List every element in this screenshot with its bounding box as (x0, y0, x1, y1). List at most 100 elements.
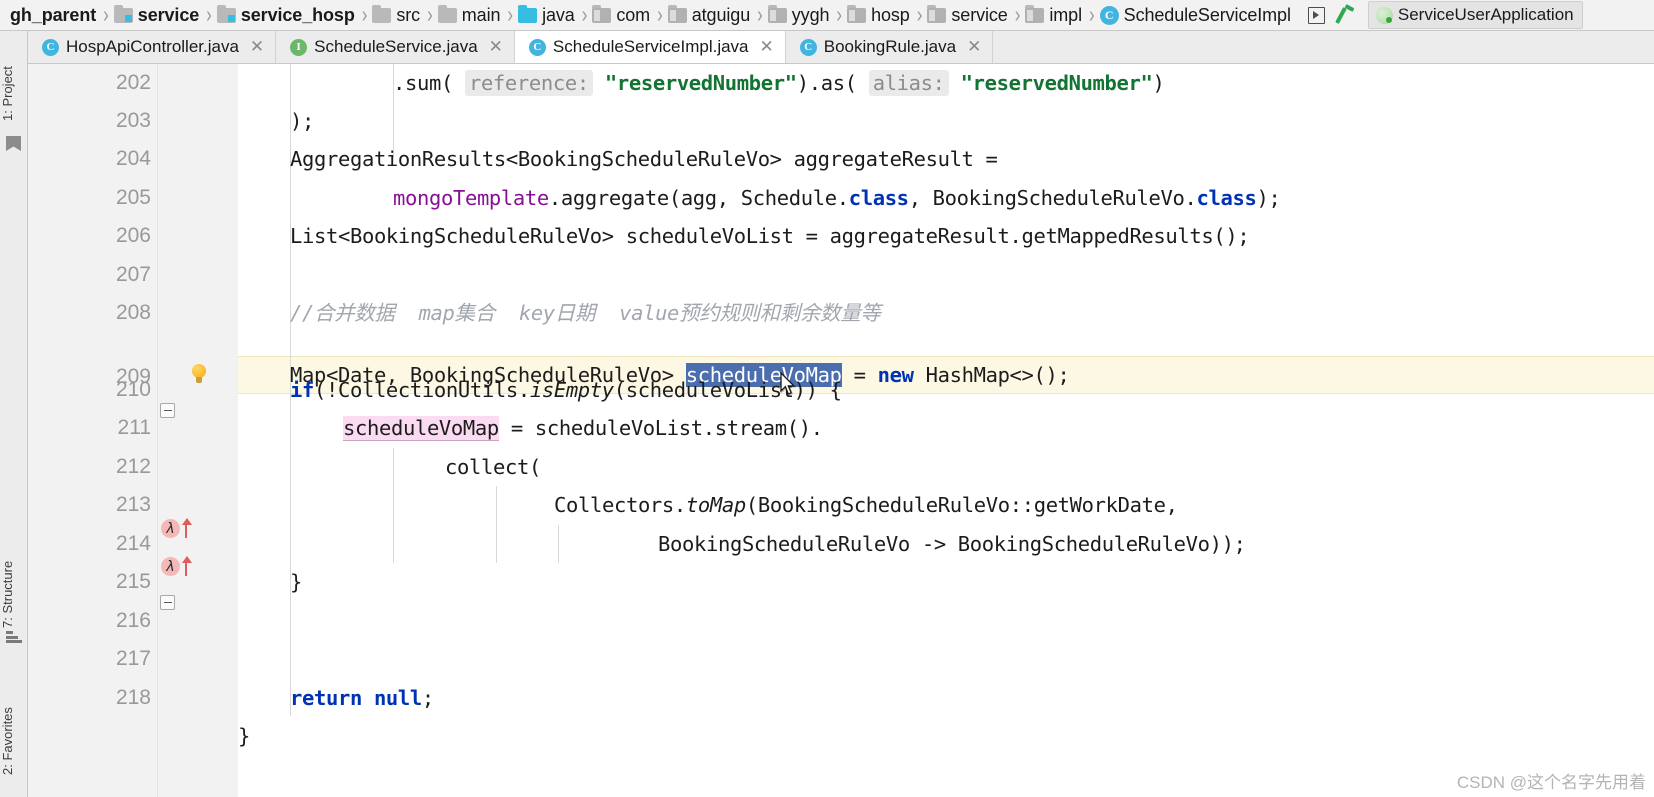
breadcrumb-item-label: java (542, 4, 575, 25)
close-icon[interactable]: ✕ (250, 38, 264, 56)
folder-package-icon (667, 4, 687, 23)
code-line[interactable]: //合并数据 map集合 key日期 value预约规则和剩余数量等 (238, 294, 1654, 332)
code-line[interactable]: Collectors.toMap(BookingScheduleRuleVo::… (238, 486, 1654, 524)
close-icon[interactable]: ✕ (489, 38, 503, 56)
code-line[interactable]: ); (238, 102, 1654, 140)
breadcrumb-item-label: com (616, 4, 651, 25)
line-number: 211 (117, 416, 151, 439)
folder-resource-icon (113, 4, 133, 23)
tab-ScheduleServiceImpl[interactable]: C ScheduleServiceImpl.java ✕ (514, 31, 786, 63)
code-line[interactable]: collect( (238, 448, 1654, 486)
tab-HospApiController[interactable]: C HospApiController.java ✕ (28, 31, 277, 63)
breadcrumb-item-service-pkg[interactable]: service (924, 0, 1010, 31)
breadcrumb-separator-icon: › (836, 1, 843, 28)
breadcrumb-separator-icon: › (1014, 1, 1021, 28)
breadcrumb-separator-icon: › (103, 1, 109, 28)
select-run-configuration-icon[interactable] (1307, 6, 1325, 24)
code-fold-end-icon[interactable] (160, 595, 175, 610)
code-editor[interactable]: 201 202 203 204 205 206 207 208 209 210 … (28, 64, 1654, 797)
line-number: 218 (115, 686, 151, 709)
tab-BookingRule[interactable]: C BookingRule.java ✕ (785, 31, 994, 63)
code-line-text: mongoTemplate.aggregate(agg, Schedule.cl… (393, 186, 1281, 210)
run-configuration-selector[interactable]: ServiceUserApplication (1367, 1, 1583, 29)
breadcrumb-separator-icon: › (581, 1, 588, 28)
breadcrumb-item-src[interactable]: src (369, 0, 423, 31)
line-number-gutter[interactable]: 201 202 203 204 205 206 207 208 209 210 … (28, 64, 158, 797)
breadcrumb-item-java[interactable]: java (515, 0, 578, 31)
breadcrumb-item-label: main (461, 4, 501, 25)
code-line[interactable]: .sum( reference: "reservedNumber").as( a… (238, 64, 1654, 102)
breadcrumb-item-label: hosp (871, 4, 910, 25)
navigate-up-arrow-icon (181, 556, 192, 577)
navigate-up-arrow-icon (181, 518, 192, 539)
line-number: 202 (115, 71, 151, 94)
code-line-text: List<BookingScheduleRuleVo> scheduleVoLi… (290, 224, 1250, 248)
bookmarks-icon[interactable] (6, 136, 21, 151)
tab-label: BookingRule.java (823, 37, 957, 56)
line-number: 214 (115, 532, 151, 555)
breadcrumb-item-com[interactable]: com (589, 0, 653, 31)
sidebar-item-favorites[interactable]: 2: Favorites (0, 671, 28, 775)
write-usage-highlight: scheduleVoMap (343, 416, 499, 441)
breadcrumb-separator-icon: › (657, 1, 663, 28)
code-line-text: scheduleVoMap = scheduleVoList.stream(). (343, 416, 823, 441)
folder-resource-icon (216, 4, 236, 23)
line-number: 217 (115, 647, 151, 670)
breadcrumb-item-ScheduleServiceImpl[interactable]: C ScheduleServiceImpl (1097, 0, 1294, 31)
code-content[interactable]: .sum(reference: "availableNumber").as(al… (238, 64, 1654, 797)
close-icon[interactable]: ✕ (967, 38, 981, 56)
code-line-text: ); (290, 109, 314, 133)
code-line-text: return null; (290, 686, 434, 710)
lambda-marker-icon: λ (161, 557, 180, 576)
code-line[interactable]: scheduleVoMap = scheduleVoList.stream(). (238, 409, 1654, 447)
folder-package-icon (767, 4, 787, 23)
watermark: CSDN @这个名字先用着 (1456, 773, 1646, 792)
close-icon[interactable]: ✕ (760, 38, 774, 56)
structure-icon[interactable] (6, 631, 22, 643)
breadcrumb-item-label: service_hosp (240, 4, 355, 25)
build-hammer-icon[interactable] (1336, 5, 1356, 25)
code-line[interactable]: AggregationResults<BookingScheduleRuleVo… (238, 140, 1654, 178)
line-number: 205 (115, 186, 151, 209)
breadcrumb-item-hosp[interactable]: hosp (844, 0, 913, 31)
folder-source-icon (518, 4, 538, 23)
sidebar-item-structure[interactable]: 7: Structure (0, 536, 28, 628)
code-line[interactable]: List<BookingScheduleRuleVo> scheduleVoLi… (238, 217, 1654, 255)
breadcrumb-item-label: gh_parent (10, 4, 97, 25)
breadcrumb-item-atguigu[interactable]: atguigu (665, 0, 753, 31)
code-line[interactable]: BookingScheduleRuleVo -> BookingSchedule… (238, 525, 1654, 563)
breadcrumb-item-service_hosp[interactable]: service_hosp (214, 0, 358, 31)
run-configuration-label: ServiceUserApplication (1397, 5, 1574, 24)
lambda-gutter-icon[interactable]: λ (161, 556, 192, 577)
code-line[interactable]: } (238, 563, 1654, 601)
intention-bulb-icon[interactable] (191, 364, 207, 386)
code-line[interactable] (238, 256, 1654, 294)
code-line[interactable]: } (238, 717, 1654, 755)
code-line[interactable]: mongoTemplate.aggregate(agg, Schedule.cl… (238, 179, 1654, 217)
line-number: 212 (115, 455, 151, 478)
code-fold-collapse-icon[interactable] (160, 403, 175, 418)
gutter-marker-area[interactable]: λ λ (158, 64, 238, 797)
folder-package-icon (592, 4, 612, 23)
breadcrumb-item-label: src (396, 4, 421, 25)
code-line[interactable]: if(!CollectionUtils.isEmpty(scheduleVoLi… (238, 371, 1654, 409)
code-line-text: Collectors.toMap(BookingScheduleRuleVo::… (554, 493, 1178, 517)
line-number: 204 (115, 147, 151, 170)
breadcrumb-item-yygh[interactable]: yygh (765, 0, 833, 31)
code-line-text: //合并数据 map集合 key日期 value预约规则和剩余数量等 (290, 301, 881, 325)
folder-package-icon (1025, 4, 1045, 23)
code-line[interactable] (238, 602, 1654, 640)
code-line[interactable]: return null; (238, 679, 1654, 717)
breadcrumb-item-gh_parent[interactable]: gh_parent (2, 0, 99, 31)
breadcrumb-item-main[interactable]: main (435, 0, 504, 31)
line-number: 210 (115, 378, 151, 401)
tab-ScheduleService[interactable]: I ScheduleService.java ✕ (276, 31, 515, 63)
breadcrumb-bar: gh_parent › service › service_hosp › src… (0, 0, 1654, 31)
lambda-gutter-icon[interactable]: λ (161, 518, 192, 539)
breadcrumb-item-impl[interactable]: impl (1022, 0, 1085, 31)
sidebar-item-project[interactable]: 1: Project (0, 37, 28, 121)
breadcrumb-item-service[interactable]: service (111, 0, 202, 31)
code-line[interactable] (238, 640, 1654, 678)
tab-label: HospApiController.java (66, 37, 239, 56)
breadcrumb-separator-icon: › (916, 1, 923, 28)
